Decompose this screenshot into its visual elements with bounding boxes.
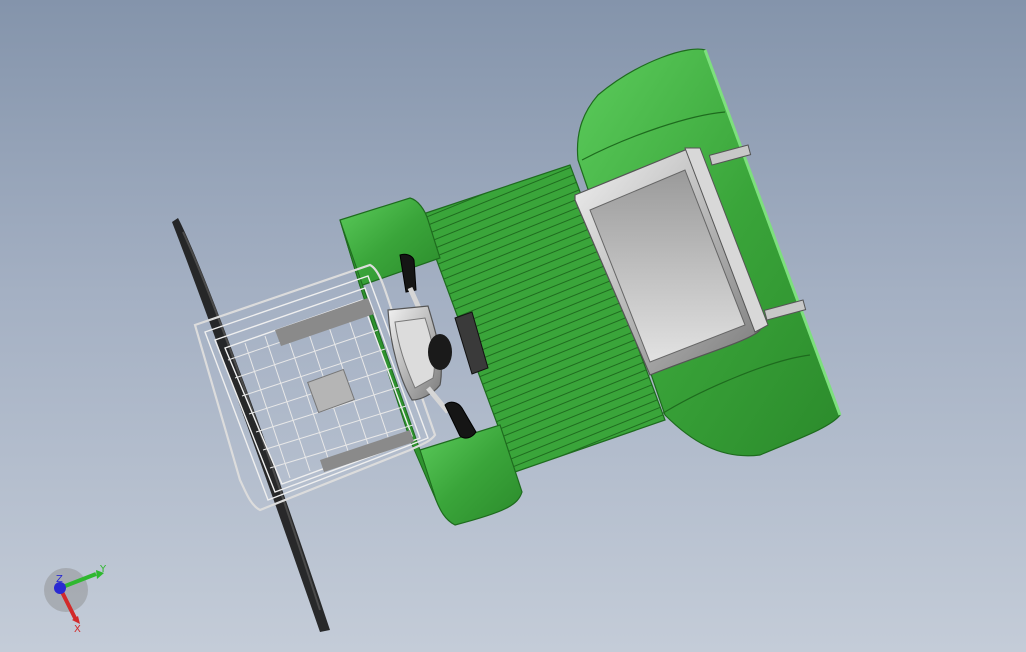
handle-knob [428,334,452,370]
triad-origin-shading [44,568,88,612]
cad-model[interactable] [0,0,1026,652]
coordinate-triad: Z Y X [40,560,120,640]
z-axis-label: Z [56,574,63,585]
triad-svg: Z Y X [44,564,107,635]
handle-grip-bottom [444,401,477,439]
handle-grip-top [399,253,417,293]
y-axis-label: Y [99,564,107,575]
basket-center-plate [307,368,355,414]
basket-bar-bottom [320,430,414,472]
handle-shaft-bottom [426,386,450,414]
3d-viewport[interactable]: Z Y X [0,0,1026,652]
basket-bar-top [275,298,374,346]
x-axis-label: X [74,624,81,635]
front-housing-top [339,197,441,287]
